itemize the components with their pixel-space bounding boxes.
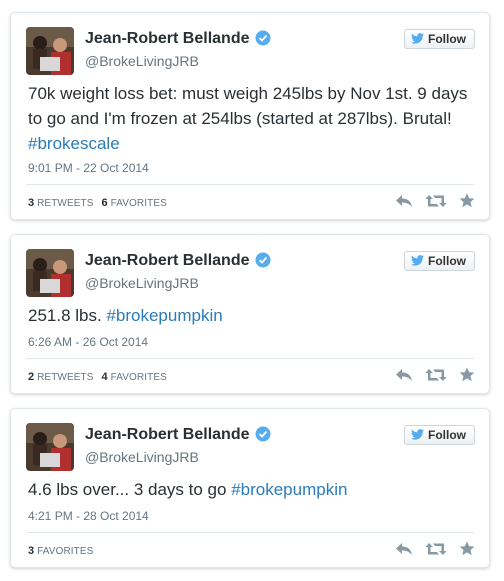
- verified-icon: [255, 30, 271, 51]
- verified-icon: [255, 426, 271, 447]
- tweet-stats: 3 RETWEETS 6 FAVORITES: [28, 197, 167, 209]
- tweet-actions: [395, 367, 475, 382]
- twitter-bird-icon: [411, 32, 424, 46]
- tweet-text: 70k weight loss bet: must weigh 245lbs b…: [28, 84, 468, 153]
- follow-button[interactable]: Follow: [404, 425, 475, 445]
- verified-icon: [255, 252, 271, 273]
- avatar[interactable]: [26, 249, 74, 297]
- twitter-bird-icon: [411, 428, 424, 442]
- avatar[interactable]: [26, 27, 74, 75]
- tweet-timestamp[interactable]: 4:21 PM - 28 Oct 2014: [28, 509, 149, 523]
- divider: [26, 532, 474, 533]
- author-name[interactable]: Jean-Robert Bellande: [85, 252, 271, 273]
- favorite-icon[interactable]: [459, 193, 475, 208]
- follow-button[interactable]: Follow: [404, 251, 475, 271]
- divider: [26, 358, 474, 359]
- favorite-icon[interactable]: [459, 367, 475, 382]
- tweet-stats: 2 RETWEETS 4 FAVORITES: [28, 371, 167, 383]
- hashtag-link[interactable]: #brokepumpkin: [106, 306, 222, 325]
- reply-icon[interactable]: [395, 194, 413, 208]
- tweet-actions: [395, 541, 475, 556]
- tweet-stats: 3 FAVORITES: [28, 545, 94, 557]
- retweets-label[interactable]: RETWEETS: [37, 198, 93, 209]
- author-handle[interactable]: @BrokeLivingJRB: [85, 53, 199, 69]
- author-handle[interactable]: @BrokeLivingJRB: [85, 449, 199, 465]
- retweet-icon[interactable]: [425, 368, 447, 382]
- author-name[interactable]: Jean-Robert Bellande: [85, 30, 271, 51]
- twitter-bird-icon: [411, 254, 424, 268]
- tweet-actions: [395, 193, 475, 208]
- tweet-text: 4.6 lbs over... 3 days to go #brokepumpk…: [28, 480, 348, 499]
- tweet-card: Jean-Robert Bellande @BrokeLivingJRB Fol…: [10, 12, 490, 220]
- retweet-icon[interactable]: [425, 194, 447, 208]
- tweet-card: Jean-Robert Bellande @BrokeLivingJRB Fol…: [10, 408, 490, 568]
- retweet-icon[interactable]: [425, 542, 447, 556]
- favorites-label[interactable]: FAVORITES: [111, 198, 167, 209]
- tweet-text: 251.8 lbs. #brokepumpkin: [28, 306, 223, 325]
- tweet-timestamp[interactable]: 9:01 PM - 22 Oct 2014: [28, 161, 149, 175]
- reply-icon[interactable]: [395, 542, 413, 556]
- hashtag-link[interactable]: #brokescale: [28, 134, 120, 153]
- follow-button[interactable]: Follow: [404, 29, 475, 49]
- favorites-label[interactable]: FAVORITES: [111, 372, 167, 383]
- divider: [26, 184, 474, 185]
- author-handle[interactable]: @BrokeLivingJRB: [85, 275, 199, 291]
- favorites-label[interactable]: FAVORITES: [37, 546, 93, 557]
- reply-icon[interactable]: [395, 368, 413, 382]
- author-name[interactable]: Jean-Robert Bellande: [85, 426, 271, 447]
- tweet-timestamp[interactable]: 6:26 AM - 26 Oct 2014: [28, 335, 148, 349]
- tweet-card: Jean-Robert Bellande @BrokeLivingJRB Fol…: [10, 234, 490, 394]
- hashtag-link[interactable]: #brokepumpkin: [231, 480, 347, 499]
- avatar[interactable]: [26, 423, 74, 471]
- retweets-label[interactable]: RETWEETS: [37, 372, 93, 383]
- favorite-icon[interactable]: [459, 541, 475, 556]
